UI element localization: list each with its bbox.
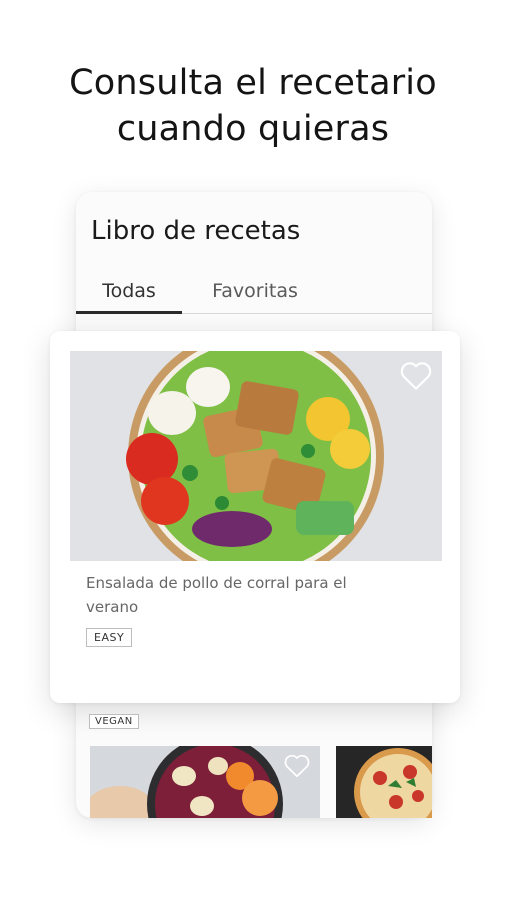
page-title: Libro de recetas [91,216,301,246]
heart-icon[interactable] [400,361,432,391]
difficulty-badge: EASY [86,628,133,647]
recipe-tabs: Todas Favoritas [76,280,432,314]
tab-all[interactable]: Todas [76,280,182,314]
heart-icon[interactable] [284,754,310,778]
salad-bowl-illustration [70,351,442,561]
recipe-name: Ensalada de pollo de corral para el vera… [86,574,347,616]
tab-favorites[interactable]: Favoritas [202,280,308,314]
featured-recipe-card[interactable]: Ensalada de pollo de corral para el vera… [50,331,460,703]
promo-headline-line-1: Consulta el recetario [69,63,437,103]
pizza-illustration [336,746,432,818]
recipe-photo-fruit-bowl[interactable] [90,746,320,818]
vegan-badge: VEGAN [89,714,139,729]
recipe-photo [70,351,442,561]
recipe-photo-pizza[interactable] [336,746,432,818]
promo-headline-line-2: cuando quieras [116,109,390,149]
promo-headline: Consulta el recetario cuando quieras [0,60,506,152]
